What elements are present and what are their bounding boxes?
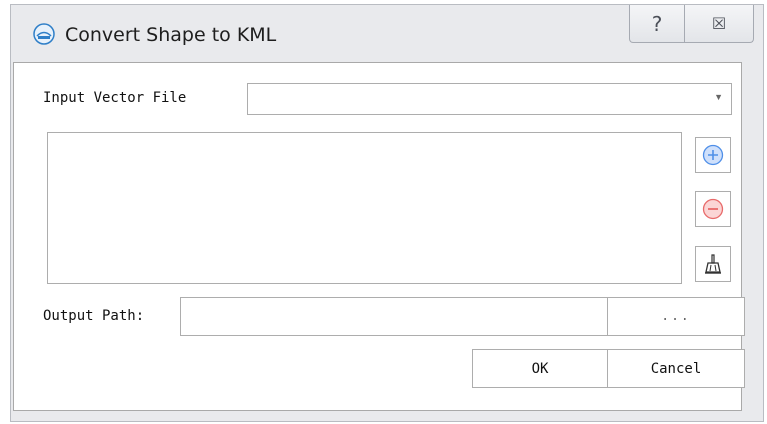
vector-file-list[interactable] — [47, 132, 682, 284]
help-button[interactable]: ? — [629, 5, 685, 43]
remove-circle-icon — [702, 198, 724, 220]
chevron-down-icon: ▼ — [714, 92, 723, 102]
add-circle-icon — [702, 144, 724, 166]
add-file-button[interactable] — [695, 137, 731, 173]
output-path-field[interactable] — [180, 297, 608, 336]
app-logo-icon — [33, 23, 55, 45]
ok-button[interactable]: OK — [472, 349, 608, 388]
remove-file-button[interactable] — [695, 191, 731, 227]
broom-icon — [705, 254, 721, 274]
dialog-content: Input Vector File ▼ Output Path: ... OK … — [13, 62, 745, 411]
browse-button[interactable]: ... — [607, 297, 745, 336]
help-icon: ? — [651, 11, 663, 36]
close-icon: ☒ — [711, 14, 727, 33]
output-path-label: Output Path: — [43, 308, 145, 324]
window-title: Convert Shape to KML — [65, 24, 277, 46]
close-button[interactable]: ☒ — [684, 5, 754, 43]
cancel-button[interactable]: Cancel — [607, 349, 745, 388]
input-vector-file-combo[interactable]: ▼ — [247, 83, 732, 115]
input-vector-file-label: Input Vector File — [43, 90, 187, 106]
clear-list-button[interactable] — [695, 246, 731, 282]
